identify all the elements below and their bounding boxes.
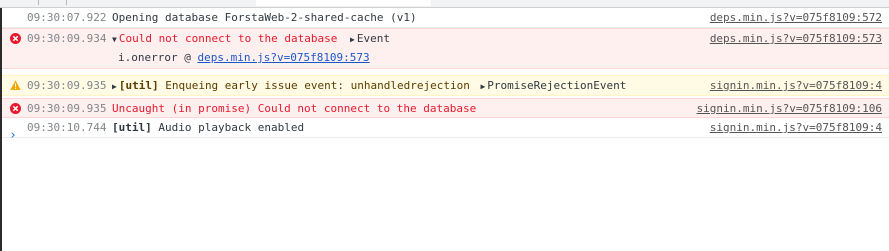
message-source-link[interactable]: deps.min.js?v=075f8109:572	[710, 8, 882, 28]
message-source-link[interactable]: signin.min.js?v=075f8109:106	[697, 99, 882, 118]
message-text: Enqueing early issue event: unhandledrej…	[165, 79, 470, 92]
stack-frame-link[interactable]: deps.min.js?v=075f8109:573	[197, 51, 369, 64]
message-text: Uncaught (in promise) Could not connect …	[112, 102, 477, 115]
console-message-error[interactable]: 09:30:09.934 ▼ Could not connect to the d…	[2, 28, 889, 69]
expand-triangle-icon[interactable]: ▶	[112, 82, 117, 91]
message-tag: [util]	[112, 121, 152, 134]
message-timestamp: 09:30:09.935	[27, 102, 107, 115]
message-timestamp: 09:30:09.935	[27, 79, 107, 92]
expand-object-icon[interactable]: ▶	[480, 82, 485, 91]
message-timestamp: 09:30:09.934	[27, 32, 107, 45]
console-message-error[interactable]: 09:30:09.935 Uncaught (in promise) Could…	[2, 98, 889, 118]
message-tag: [util]	[118, 79, 159, 92]
toolbar-divider	[66, 0, 67, 5]
message-text: Opening database ForstaWeb-2-shared-cach…	[112, 11, 417, 24]
console-message-warning[interactable]: 09:30:09.935 ▶ [util] Enqueing early issu…	[2, 75, 889, 96]
message-object[interactable]: Event	[357, 32, 390, 45]
console-message-info[interactable]: 09:30:07.922 Opening database ForstaWeb-…	[2, 8, 889, 28]
console-message-info[interactable]: 09:30:10.744 [util] Audio playback enabl…	[2, 118, 889, 138]
message-timestamp: 09:30:10.744	[27, 121, 107, 134]
toolbar-divider	[38, 0, 39, 5]
expand-triangle-icon[interactable]: ▼	[112, 35, 117, 44]
message-source-link[interactable]: deps.min.js?v=075f8109:573	[710, 29, 882, 49]
message-text: Audio playback enabled	[158, 121, 305, 134]
expand-object-icon[interactable]: ▶	[350, 35, 355, 44]
message-text: Could not connect to the database	[118, 32, 338, 45]
console-prompt-icon[interactable]: ›	[9, 129, 17, 143]
message-timestamp: 09:30:07.922	[27, 11, 107, 24]
stack-frame-prefix: i.onerror @	[118, 51, 198, 64]
console-log: 09:30:07.922 Opening database ForstaWeb-…	[2, 8, 889, 138]
filter-input[interactable]	[256, 0, 431, 6]
message-source-link[interactable]: signin.min.js?v=075f8109:4	[710, 76, 882, 96]
message-object[interactable]: PromiseRejectionEvent	[487, 79, 626, 92]
message-source-link[interactable]: signin.min.js?v=075f8109:4	[710, 118, 882, 137]
devtools-toolbar	[0, 0, 889, 8]
